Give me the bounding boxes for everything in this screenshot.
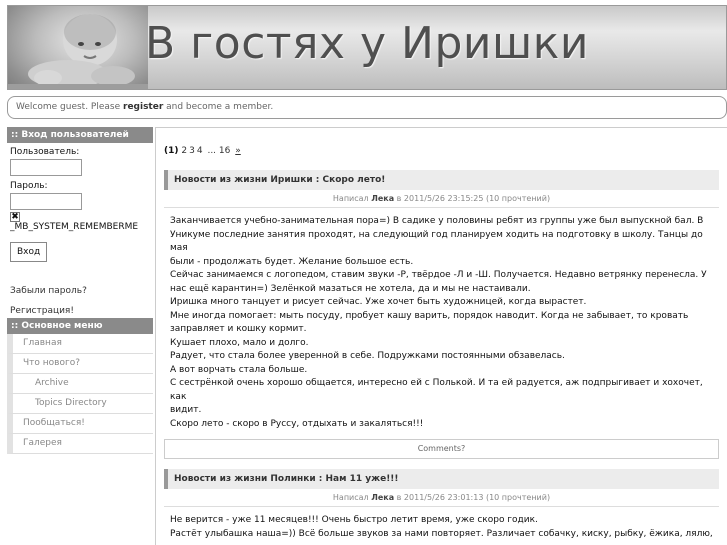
register-sidebar-link[interactable]: Регистрация!: [10, 306, 150, 316]
menu-item-chat[interactable]: Пообщаться!: [7, 414, 153, 434]
post-body: Не верится - уже 11 месяцев!!! Очень быс…: [164, 507, 719, 545]
welcome-bar: Welcome guest. Please register and becom…: [7, 96, 727, 119]
baby-photo: [8, 6, 148, 89]
register-link[interactable]: register: [123, 102, 163, 112]
post-meta: Написал Лека в 2011/5/26 23:01:13 (10 пр…: [164, 493, 719, 507]
post-title[interactable]: Новости из жизни Иришки : Скоро лето!: [164, 170, 719, 190]
menu-item-home[interactable]: Главная: [7, 334, 153, 354]
menu-item-archive[interactable]: Archive: [7, 374, 153, 394]
post-title[interactable]: Новости из жизни Полинки : Нам 11 уже!!!: [164, 469, 719, 489]
site-title: В гостях у Иришки: [145, 18, 589, 69]
welcome-suffix: and become a member.: [163, 102, 274, 112]
page-link[interactable]: 4: [197, 146, 203, 156]
post-line: Уникуме последние занятия проходят, на с…: [170, 229, 703, 254]
post-body: Заканчивается учебно-занимательная пора=…: [164, 208, 719, 435]
remember-label: _MB_SYSTEM_REMEMBERME: [10, 222, 139, 232]
main-content: (1) 234 ... 16 » Новости из жизни Иришки…: [155, 127, 727, 545]
post-line: Не верится - уже 11 месяцев!!! Очень быс…: [170, 515, 538, 525]
post-meta-prefix: Написал: [332, 194, 372, 203]
post-meta-suffix: в 2011/5/26 23:01:13 (10 прочтений): [394, 493, 551, 502]
post-line: А вот ворчать стала больше.: [170, 364, 308, 375]
post-line: Кушает плохо, мало и долго.: [170, 337, 309, 348]
remember-me: ✖ _MB_SYSTEM_REMEMBERME: [10, 212, 150, 232]
login-block-title: :: Вход пользователей: [7, 127, 153, 143]
site-banner: В гостях у Иришки: [7, 5, 727, 90]
main-menu-title: :: Основное меню: [7, 318, 153, 334]
post-line: Скоро лето - скоро в Руссу, отдыхать и з…: [170, 418, 424, 429]
remember-checkbox[interactable]: ✖: [10, 212, 20, 222]
forgot-password-link[interactable]: Забыли пароль?: [10, 286, 150, 296]
post-author[interactable]: Лека: [371, 194, 394, 203]
post-line: Мне иногда помогает: мыть посуду, пробуе…: [170, 310, 689, 321]
post-meta: Написал Лека в 2011/5/26 23:15:25 (10 пр…: [164, 194, 719, 208]
baby-illustration: [8, 14, 148, 89]
post-author[interactable]: Лека: [371, 493, 394, 502]
sidebar: :: Вход пользователей Пользователь: Паро…: [7, 127, 153, 545]
post-line: Заканчивается учебно-занимательная пора=…: [170, 216, 704, 226]
post-line: Радует, что стала более уверенной в себе…: [170, 351, 565, 361]
post-line: были - продолжать будет. Желание большое…: [170, 256, 414, 267]
page-link[interactable]: 2: [181, 146, 187, 156]
welcome-prefix: Welcome guest. Please: [16, 102, 123, 112]
login-button[interactable]: Вход: [10, 242, 48, 262]
pagination: (1) 234 ... 16 »: [164, 146, 719, 156]
post-line: Иришка много танцует и рисует сейчас. Уж…: [170, 297, 587, 307]
post-meta-suffix: в 2011/5/26 23:15:25 (10 прочтений): [394, 194, 551, 203]
menu-item-gallery[interactable]: Галерея: [7, 434, 153, 454]
page-ellipsis: ...: [207, 146, 217, 156]
login-form: Пользователь: Пароль: ✖ _MB_SYSTEM_REMEM…: [7, 143, 153, 318]
main-menu: Главная Что нового? Archive Topics Direc…: [7, 334, 153, 454]
username-label: Пользователь:: [10, 147, 80, 157]
menu-item-whats-new[interactable]: Что нового?: [7, 354, 153, 374]
page-current: (1): [164, 146, 179, 156]
post-line: заправляет и кошку кормит.: [170, 324, 307, 334]
username-input[interactable]: [10, 159, 82, 176]
page-next-link[interactable]: »: [235, 146, 241, 156]
post-meta-prefix: Написал: [332, 493, 372, 502]
post-line: Растёт улыбашка наша=)) Всё больше звуко…: [170, 528, 713, 539]
page-last-link[interactable]: 16: [219, 146, 230, 156]
post-line: видит.: [170, 405, 202, 415]
post-line: С сестрёнкой очень хорошо общается, инте…: [170, 378, 703, 402]
post-line: Сейчас занимаемся с логопедом, ставим зв…: [170, 270, 707, 280]
menu-item-topics-directory[interactable]: Topics Directory: [7, 394, 153, 414]
password-label: Пароль:: [10, 181, 48, 191]
comments-button[interactable]: Comments?: [164, 439, 719, 459]
post-line: нас ещё карантин=) Зелёнкой мазаться не …: [170, 283, 531, 294]
password-input[interactable]: [10, 193, 82, 210]
page-link[interactable]: 3: [189, 146, 195, 156]
